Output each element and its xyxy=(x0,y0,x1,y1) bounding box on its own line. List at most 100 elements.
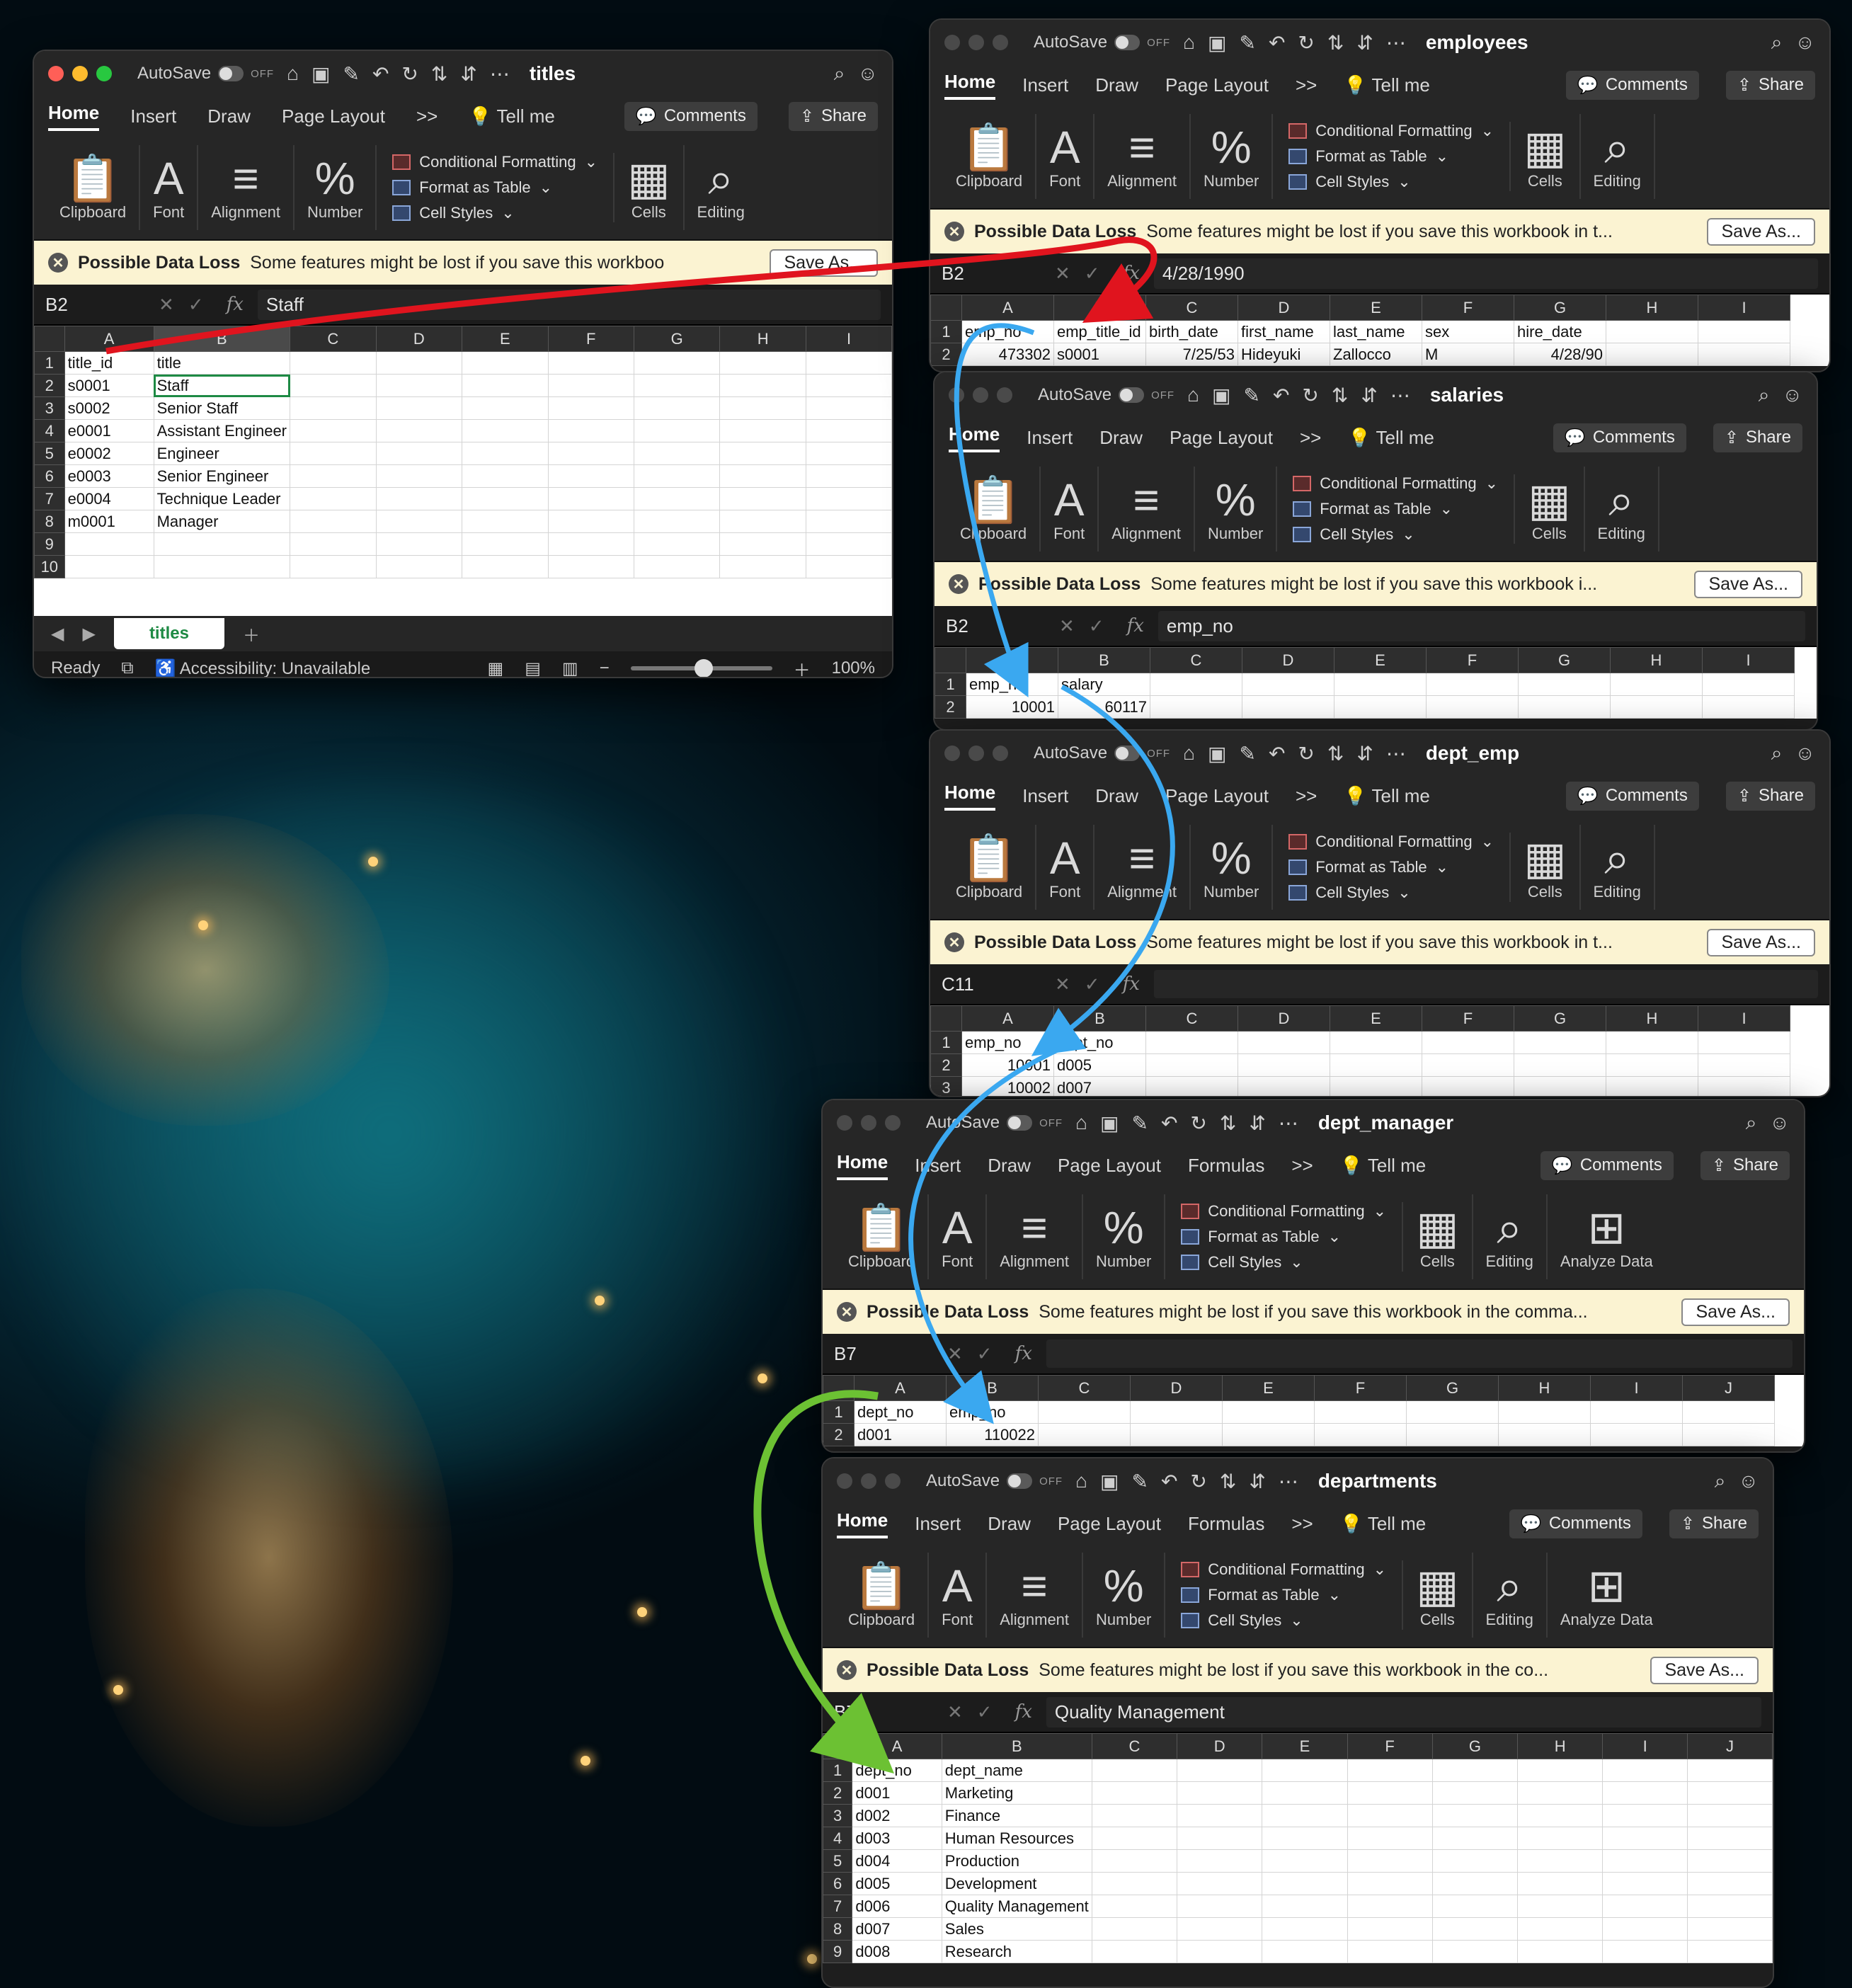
worksheet-grid[interactable]: A B C D E F G H I 1 emp_no emp_title_id birth_date fi… xyxy=(930,295,1829,366)
cell[interactable]: Quality Management xyxy=(941,1895,1092,1918)
add-sheet-icon[interactable]: ＋ xyxy=(243,622,260,646)
cell[interactable] xyxy=(1177,1872,1263,1895)
cell[interactable]: dept_no xyxy=(852,1759,942,1782)
cell[interactable] xyxy=(806,442,892,465)
document-title[interactable]: dept_manager xyxy=(1318,1112,1453,1134)
column-header-e[interactable]: E xyxy=(1334,647,1427,673)
cell[interactable] xyxy=(153,532,291,556)
cell[interactable]: m0001 xyxy=(64,510,154,533)
share-button[interactable]: ⇪ Share xyxy=(1700,1150,1790,1180)
autosave-toggle[interactable]: AutoSave OFF xyxy=(137,64,274,84)
save-as-icon[interactable]: ✎ xyxy=(1131,1112,1148,1135)
tab-insert[interactable]: Insert xyxy=(1022,785,1068,807)
tab-draw[interactable]: Draw xyxy=(988,1155,1031,1177)
cell[interactable] xyxy=(1517,1849,1604,1873)
cell[interactable] xyxy=(1262,1872,1348,1895)
cell[interactable] xyxy=(547,351,634,375)
cell[interactable] xyxy=(1177,1759,1263,1782)
insert-function-icon[interactable]: fx xyxy=(1127,615,1144,636)
tab-insert[interactable]: Insert xyxy=(915,1513,961,1535)
column-header-i[interactable]: I xyxy=(1698,295,1790,321)
cell[interactable] xyxy=(1177,1940,1263,1963)
cell[interactable] xyxy=(1602,1940,1688,1963)
cell[interactable] xyxy=(1330,1031,1422,1054)
save-as-button[interactable]: Save As... xyxy=(1694,570,1802,598)
cell[interactable] xyxy=(719,374,807,397)
tabs-overflow-button[interactable]: >> xyxy=(1291,1513,1313,1535)
cell[interactable] xyxy=(1262,1781,1348,1805)
cell[interactable]: Marketing xyxy=(941,1781,1092,1805)
save-as-icon[interactable]: ✎ xyxy=(1239,31,1255,55)
cell[interactable] xyxy=(1222,1423,1315,1446)
sort-ascending-icon[interactable]: ⇅ xyxy=(1327,742,1344,765)
cell[interactable] xyxy=(1347,1804,1433,1827)
column-header-a[interactable]: A xyxy=(961,1005,1054,1032)
cell[interactable] xyxy=(1687,1849,1773,1873)
cell[interactable]: dept_name xyxy=(941,1759,1092,1782)
macro-record-icon[interactable]: ⧉ xyxy=(121,658,133,677)
cell[interactable] xyxy=(1602,1759,1688,1782)
tabs-overflow-button[interactable]: >> xyxy=(1296,74,1317,96)
more-icon[interactable]: ⋯ xyxy=(1390,384,1410,407)
number-group[interactable]: % Number xyxy=(1083,1194,1166,1279)
sort-descending-icon[interactable]: ⇵ xyxy=(1249,1470,1265,1493)
worksheet-grid[interactable]: A B C D E F G H I 1 emp_no salary 2 10001 60117 xyxy=(934,647,1817,719)
column-header-g[interactable]: G xyxy=(1518,647,1611,673)
conditional-formatting-button[interactable]: Conditional Formatting ⌄ xyxy=(1288,122,1494,140)
column-header-f[interactable]: F xyxy=(547,326,634,352)
close-window-button[interactable] xyxy=(944,35,960,50)
cell[interactable]: 7/25/53 xyxy=(1145,343,1238,366)
cell[interactable]: d007 xyxy=(852,1917,942,1941)
sheet-tab-titles[interactable]: titles xyxy=(113,618,224,649)
cell[interactable]: Staff xyxy=(153,374,291,397)
select-all-corner[interactable] xyxy=(823,1375,854,1401)
next-sheet-icon[interactable]: ▶ xyxy=(82,624,95,644)
cell[interactable] xyxy=(1145,1076,1238,1096)
close-window-button[interactable] xyxy=(837,1473,852,1489)
cell[interactable] xyxy=(462,419,549,442)
column-header-c[interactable]: C xyxy=(1145,295,1238,321)
normal-view-icon[interactable]: ▦ xyxy=(488,658,504,678)
format-as-table-button[interactable]: Format as Table ⌄ xyxy=(1293,500,1498,518)
tab-page-layout[interactable]: Page Layout xyxy=(282,105,385,127)
cell[interactable] xyxy=(1242,673,1334,696)
formula-input[interactable]: emp_no xyxy=(1158,610,1805,641)
minimize-window-button[interactable] xyxy=(968,746,984,761)
cell[interactable]: 60117 xyxy=(1058,695,1150,719)
column-header-c[interactable]: C xyxy=(1145,1005,1238,1032)
cell[interactable] xyxy=(1431,1895,1519,1918)
cell[interactable] xyxy=(375,419,463,442)
undo-icon[interactable]: ↶ xyxy=(1273,384,1289,407)
cell[interactable] xyxy=(1517,1917,1604,1941)
document-title[interactable]: dept_emp xyxy=(1426,742,1519,765)
cell[interactable] xyxy=(547,374,634,397)
number-group[interactable]: % Number xyxy=(1191,114,1274,199)
cell-styles-button[interactable]: Cell Styles ⌄ xyxy=(1288,884,1494,902)
cell[interactable]: e0001 xyxy=(64,419,154,442)
row-header[interactable]: 6 xyxy=(823,1872,853,1895)
account-icon[interactable]: ☺ xyxy=(1738,1470,1759,1492)
home-icon[interactable]: ⌂ xyxy=(1075,1112,1087,1134)
select-all-corner[interactable] xyxy=(934,647,966,673)
cell[interactable] xyxy=(290,555,377,578)
cell[interactable] xyxy=(1426,673,1519,696)
column-header-a[interactable]: A xyxy=(854,1375,947,1401)
undo-icon[interactable]: ↶ xyxy=(1161,1112,1177,1135)
cell[interactable] xyxy=(1262,1804,1348,1827)
cell[interactable] xyxy=(547,396,634,420)
comments-button[interactable]: 💬 Comments xyxy=(1565,70,1699,100)
more-icon[interactable]: ⋯ xyxy=(490,62,510,86)
cell[interactable] xyxy=(806,351,892,375)
cell[interactable] xyxy=(1514,1031,1606,1054)
cell[interactable] xyxy=(1091,1827,1178,1850)
comments-button[interactable]: 💬 Comments xyxy=(1565,781,1699,811)
column-header-d[interactable]: D xyxy=(1237,1005,1330,1032)
comments-button[interactable]: 💬 Comments xyxy=(1540,1150,1674,1180)
comments-button[interactable]: 💬 Comments xyxy=(1509,1509,1642,1538)
cell[interactable] xyxy=(1517,1872,1604,1895)
cell[interactable]: hire_date xyxy=(1514,320,1606,343)
cell[interactable] xyxy=(1145,1053,1238,1077)
alignment-group[interactable]: ≡ Alignment xyxy=(1094,114,1191,199)
cell[interactable] xyxy=(1347,1940,1433,1963)
cell[interactable]: Senior Staff xyxy=(153,396,291,420)
